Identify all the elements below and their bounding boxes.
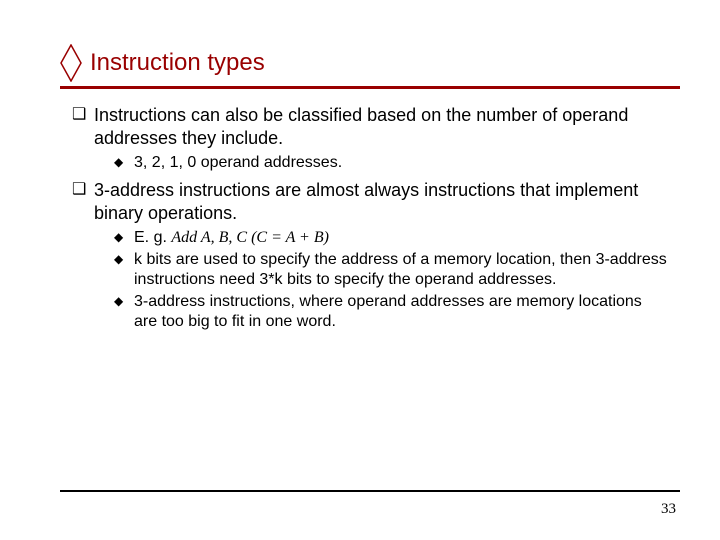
filled-diamond-icon: ◆: [114, 228, 134, 248]
bullet-level2: ◆ E. g. Add A, B, C (C = A + B): [114, 228, 668, 248]
diamond-icon: [60, 44, 82, 82]
bullet-text: E. g. Add A, B, C (C = A + B): [134, 228, 668, 248]
slide-body: ❑ Instructions can also be classified ba…: [72, 104, 668, 334]
bullet-level1: ❑ 3-address instructions are almost alwa…: [72, 179, 668, 224]
title-row: Instruction types: [60, 44, 680, 82]
footer-divider: [60, 490, 680, 492]
bullet-level2: ◆ k bits are used to specify the address…: [114, 250, 668, 290]
filled-diamond-icon: ◆: [114, 292, 134, 332]
slide-title: Instruction types: [90, 49, 265, 77]
bullet-text: 3-address instructions, where operand ad…: [134, 292, 668, 332]
bullet-text: 3, 2, 1, 0 operand addresses.: [134, 153, 668, 173]
filled-diamond-icon: ◆: [114, 153, 134, 173]
filled-diamond-icon: ◆: [114, 250, 134, 290]
bullet-level2: ◆ 3, 2, 1, 0 operand addresses.: [114, 153, 668, 173]
hollow-square-icon: ❑: [72, 104, 94, 149]
eg-italic: Add A, B, C (C = A + B): [171, 229, 329, 246]
slide: Instruction types ❑ Instructions can als…: [0, 0, 720, 540]
bullet-text: k bits are used to specify the address o…: [134, 250, 668, 290]
bullet-text: 3-address instructions are almost always…: [94, 179, 668, 224]
hollow-square-icon: ❑: [72, 179, 94, 224]
bullet-level1: ❑ Instructions can also be classified ba…: [72, 104, 668, 149]
bullet-text: Instructions can also be classified base…: [94, 104, 668, 149]
bullet-level2: ◆ 3-address instructions, where operand …: [114, 292, 668, 332]
title-underline: [60, 86, 680, 89]
eg-prefix: E. g.: [134, 229, 171, 246]
page-number: 33: [661, 501, 676, 518]
